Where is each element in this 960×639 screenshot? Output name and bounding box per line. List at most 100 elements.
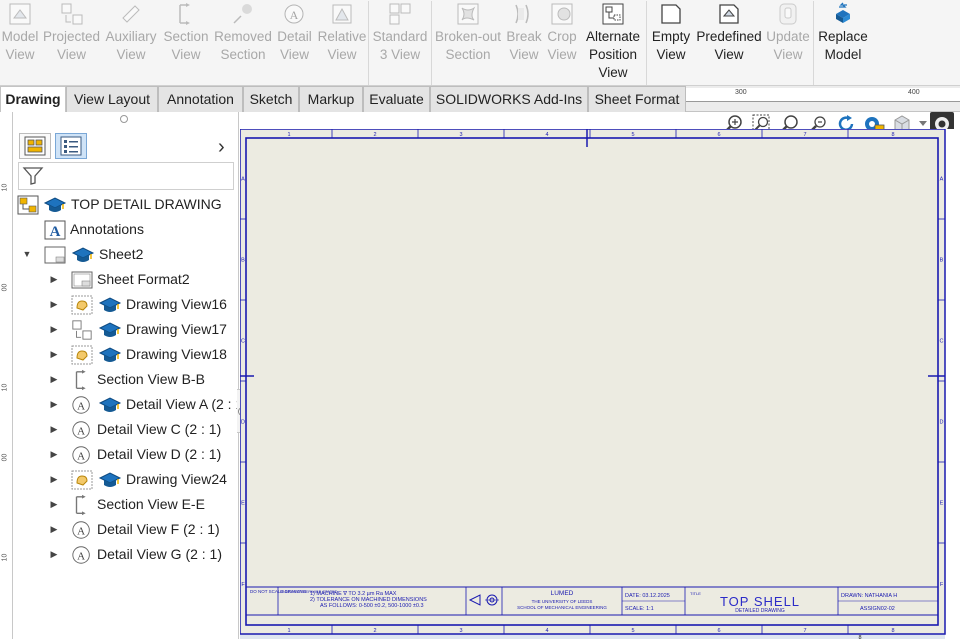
tree-item-annotations[interactable]: A Annotations: [13, 217, 239, 242]
tree-item-section-view-e-e[interactable]: ▶ Section View E-E: [13, 492, 239, 517]
zone-row-label: B: [940, 258, 944, 264]
graphics-area[interactable]: 1122334455667788AABBCCDDEEFF DO NOT SCAL…: [240, 112, 960, 639]
expand-right-icon[interactable]: ▶: [48, 367, 60, 392]
update-view-button[interactable]: Update View: [763, 0, 813, 86]
detail-view-button[interactable]: A Detail View: [273, 0, 316, 86]
top-ruler: 300 400: [686, 88, 960, 102]
tree-item-drawing-view17[interactable]: ▶ Drawing View17: [13, 317, 239, 342]
tab-annotation[interactable]: Annotation: [158, 86, 243, 112]
removed-section-button[interactable]: Removed Section: [213, 0, 273, 86]
tab-solidworks-add-ins[interactable]: SOLIDWORKS Add-Ins: [430, 86, 588, 112]
break-view-button[interactable]: Break View: [504, 0, 544, 86]
empty-view-button[interactable]: Empty View: [647, 0, 695, 86]
expand-right-icon[interactable]: ▶: [48, 442, 60, 467]
expand-right-icon[interactable]: ▶: [48, 267, 60, 292]
projected-view-button[interactable]: Projected View: [40, 0, 103, 86]
ribbon-button-label: Predefined View: [696, 29, 762, 62]
predefined-view-button[interactable]: Predefined View: [695, 0, 763, 86]
tab-markup[interactable]: Markup: [299, 86, 363, 112]
ruler-tick-label: 00: [1, 283, 9, 292]
panel-grip[interactable]: [120, 115, 128, 123]
alternate-position-view-button[interactable]: Alternate Position View: [580, 0, 646, 86]
sheet-inner-border: [245, 137, 939, 626]
tab-view-layout[interactable]: View Layout: [66, 86, 158, 112]
projected-view-icon: [71, 319, 93, 340]
expand-right-icon[interactable]: ▶: [48, 492, 60, 517]
tree-item-detail-view-f-2-1[interactable]: ▶ A Detail View F (2 : 1): [13, 517, 239, 542]
ribbon-button-label: Update View: [766, 29, 810, 62]
crop-view-button[interactable]: Crop View: [544, 0, 580, 86]
tree-item-label: Drawing View17: [126, 321, 227, 337]
expand-down-icon[interactable]: ▼: [21, 242, 33, 267]
section-view-icon: [174, 2, 198, 26]
zone-row-label: E: [940, 501, 944, 507]
svg-text:A: A: [77, 550, 85, 562]
property-manager-tab[interactable]: [19, 133, 51, 159]
feature-tree-tab[interactable]: [55, 133, 87, 159]
zone-column-label: 5: [631, 132, 634, 138]
expand-right-icon[interactable]: ▶: [48, 542, 60, 567]
zone-column-label: 1: [287, 132, 290, 138]
ribbon-button-label: Alternate Position View: [585, 29, 641, 80]
tab-evaluate[interactable]: Evaluate: [363, 86, 430, 112]
tab-drawing[interactable]: Drawing: [0, 86, 66, 113]
svg-text:A: A: [289, 8, 298, 22]
expand-right-icon[interactable]: ▶: [48, 317, 60, 342]
expand-right-icon[interactable]: ▶: [48, 292, 60, 317]
removed-section-icon: [231, 2, 255, 26]
tree-item-sheet2[interactable]: ▼ Sheet2: [13, 242, 239, 267]
expand-right-icon[interactable]: ▶: [48, 467, 60, 492]
drawing-title: TOP SHELL: [720, 594, 800, 609]
expand-right-icon[interactable]: ▶: [48, 517, 60, 542]
relative-view-button[interactable]: Relative View: [316, 0, 368, 86]
svg-text:A: A: [50, 224, 61, 240]
drawing-view-icon: [71, 344, 93, 365]
standard-3-view-button[interactable]: Standard 3 View: [369, 0, 431, 86]
ribbon-button-label: Broken-out Section: [434, 29, 502, 62]
zone-row-label: B: [241, 258, 245, 264]
expand-right-icon[interactable]: ▶: [48, 342, 60, 367]
note-line-3: AS FOLLOWS: 0-500 ±0.2, 500-1000 ±0.3: [320, 603, 424, 609]
broken-out-section-button[interactable]: Broken-out Section: [432, 0, 504, 86]
drawing-sheet[interactable]: 1122334455667788A AB BC CD DE EF F DO NOT SCAL…: [240, 129, 960, 639]
replace-model-button[interactable]: Replace Model: [814, 0, 872, 86]
auxiliary-view-button[interactable]: Auxiliary View: [103, 0, 159, 86]
date-field: DATE: 03.12.2025: [625, 593, 670, 599]
drawing-root-icon: [17, 194, 39, 215]
tree-item-detail-view-c-2-1[interactable]: ▶ A Detail View C (2 : 1): [13, 417, 239, 442]
zone-column-label: 3: [459, 628, 462, 634]
ruler-tick-label: 10: [1, 553, 9, 562]
drawing-subtitle: DETAILED DRAWING: [735, 608, 785, 614]
expand-right-icon[interactable]: ▶: [48, 417, 60, 442]
ruler-tick-label: 400: [908, 89, 920, 96]
model-view-button[interactable]: Model View: [0, 0, 40, 86]
zone-column-label: 1: [287, 628, 290, 634]
chevron-right-icon[interactable]: ›: [218, 136, 225, 159]
tree-item-section-view-b-b[interactable]: ▶ Section View B-B: [13, 367, 239, 392]
tree-item-sheet-format2[interactable]: ▶ Sheet Format2: [13, 267, 239, 292]
filter-icon[interactable]: [22, 166, 44, 191]
expand-right-icon[interactable]: ▶: [48, 392, 60, 417]
tree-root-drawing[interactable]: TOP DETAIL DRAWING: [13, 192, 239, 217]
zone-row-label: E: [241, 501, 245, 507]
tree-item-detail-view-d-2-1[interactable]: ▶ A Detail View D (2 : 1): [13, 442, 239, 467]
section-view-button[interactable]: Section View: [159, 0, 213, 86]
tree-item-label: Sheet2: [99, 246, 144, 262]
annotations-icon: A: [44, 219, 66, 240]
section-view-icon: [71, 494, 93, 515]
tree-item-detail-view-a-2-1[interactable]: ▶ A Detail View A (2 : 1): [13, 392, 239, 417]
zone-row-label: D: [241, 420, 245, 426]
tab-sketch[interactable]: Sketch: [243, 86, 299, 112]
tree-filter[interactable]: [18, 162, 234, 190]
tree-item-drawing-view24[interactable]: ▶ Drawing View24: [13, 467, 239, 492]
tree-item-drawing-view16[interactable]: ▶ Drawing View16: [13, 292, 239, 317]
company-sub-2: SCHOOL OF MECHANICAL ENGINEERING: [517, 605, 607, 610]
tree-item-label: Section View E-E: [97, 496, 205, 512]
tree-item-drawing-view18[interactable]: ▶ Drawing View18: [13, 342, 239, 367]
crop-view-icon: [550, 2, 574, 26]
tree-item-detail-view-g-2-1[interactable]: ▶ A Detail View G (2 : 1): [13, 542, 239, 567]
standard-3-view-icon: [388, 2, 412, 26]
ribbon-button-label: Break View: [506, 29, 542, 62]
tab-sheet-format[interactable]: Sheet Format: [588, 86, 686, 112]
tree-item-label: Detail View A (2 : 1): [126, 396, 239, 412]
